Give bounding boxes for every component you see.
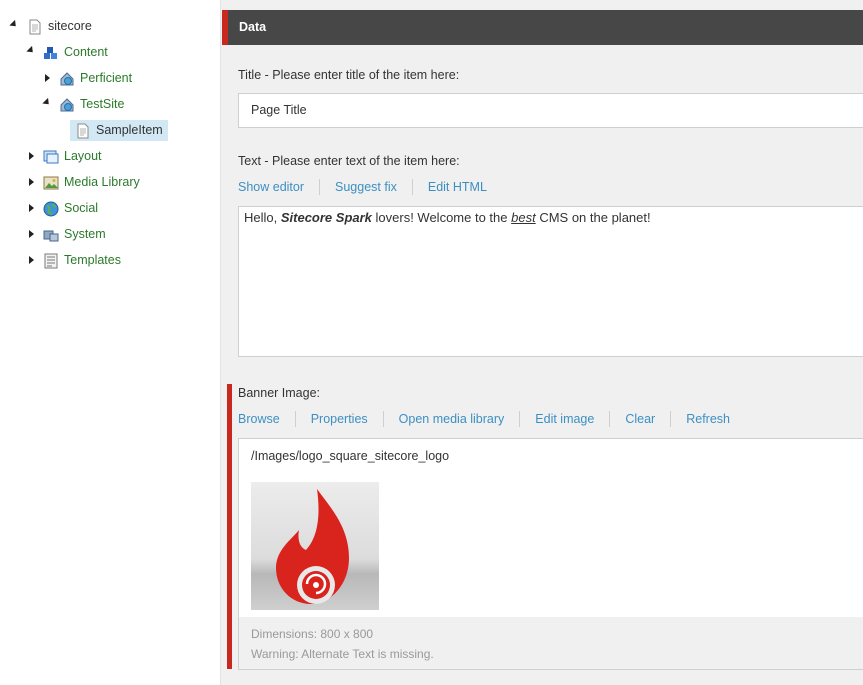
tree-label: Templates: [64, 253, 121, 267]
image-icon: [43, 176, 59, 190]
open-media-library-link[interactable]: Open media library: [382, 411, 520, 427]
text-run: lovers! Welcome to the: [371, 210, 512, 225]
text-run: Hello,: [244, 210, 281, 225]
text-run: CMS on the planet!: [535, 210, 651, 225]
template-icon: [44, 253, 58, 269]
browse-link[interactable]: Browse: [238, 411, 295, 427]
globe-icon: [43, 201, 59, 217]
rich-text-editor[interactable]: Hello, Sitecore Spark lovers! Welcome to…: [238, 206, 863, 357]
section-title: Data: [239, 20, 267, 34]
banner-field-label: Banner Image:: [238, 386, 320, 400]
suggest-fix-link[interactable]: Suggest fix: [319, 179, 412, 195]
title-input-value: Page Title: [251, 103, 307, 117]
layout-icon: [43, 150, 59, 164]
banner-field-actions: Browse Properties Open media library Edi…: [238, 411, 745, 427]
tree-label: Perficient: [80, 71, 133, 85]
sitecore-logo-thumbnail[interactable]: [251, 482, 379, 610]
expand-arrow-icon[interactable]: [45, 74, 50, 82]
underlined-italic-text: best: [511, 210, 536, 225]
tree-label: Social: [64, 201, 99, 215]
clear-link[interactable]: Clear: [609, 411, 670, 427]
system-icon: [43, 230, 59, 242]
expand-arrow-icon[interactable]: [29, 256, 34, 264]
image-path-row[interactable]: /Images/logo_square_sitecore_logo: [239, 439, 863, 474]
text-field-label: Text - Please enter text of the item her…: [238, 154, 460, 168]
collapse-arrow-icon[interactable]: [42, 97, 52, 108]
tree-label: sitecore: [48, 19, 92, 33]
expand-arrow-icon[interactable]: [29, 152, 34, 160]
bold-italic-text: Sitecore Spark: [280, 210, 372, 225]
cubes-icon: [44, 47, 57, 59]
rich-text-content: Hello, Sitecore Spark lovers! Welcome to…: [244, 210, 651, 225]
validation-error-bar: [227, 384, 232, 669]
refresh-link[interactable]: Refresh: [670, 411, 745, 427]
tree-label: Media Library: [64, 175, 140, 189]
image-field-box: /Images/logo_square_sitecore_logo Dimens…: [238, 438, 863, 670]
show-editor-link[interactable]: Show editor: [238, 179, 319, 195]
edit-image-link[interactable]: Edit image: [519, 411, 609, 427]
expand-arrow-icon[interactable]: [29, 204, 34, 212]
text-field-actions: Show editor Suggest fix Edit HTML: [238, 179, 502, 195]
title-field-label: Title - Please enter title of the item h…: [238, 68, 460, 82]
image-path: /Images/logo_square_sitecore_logo: [251, 449, 450, 463]
tree-label: Content: [64, 45, 108, 59]
content-tree: sitecore Content Perficient TestSite Sam…: [0, 0, 221, 685]
tree-label: TestSite: [80, 97, 125, 111]
home-globe-icon: [60, 72, 74, 86]
title-input[interactable]: Page Title: [238, 93, 863, 128]
properties-link[interactable]: Properties: [294, 411, 383, 427]
tree-label: System: [64, 227, 106, 241]
expand-arrow-icon[interactable]: [29, 230, 34, 238]
document-icon: [77, 123, 89, 139]
content-editor: Data Title - Please enter title of the i…: [221, 0, 863, 685]
home-globe-icon: [60, 98, 74, 112]
image-warning: Warning: Alternate Text is missing.: [251, 647, 434, 661]
document-icon: [29, 19, 41, 35]
tree-label: Layout: [64, 149, 102, 163]
tree-label: SampleItem: [96, 123, 163, 137]
edit-html-link[interactable]: Edit HTML: [411, 179, 502, 195]
collapse-arrow-icon[interactable]: [9, 19, 19, 30]
expand-arrow-icon[interactable]: [29, 178, 34, 186]
collapse-arrow-icon[interactable]: [26, 45, 36, 56]
image-dimensions: Dimensions: 800 x 800: [251, 627, 374, 641]
section-header[interactable]: Data: [222, 10, 863, 45]
